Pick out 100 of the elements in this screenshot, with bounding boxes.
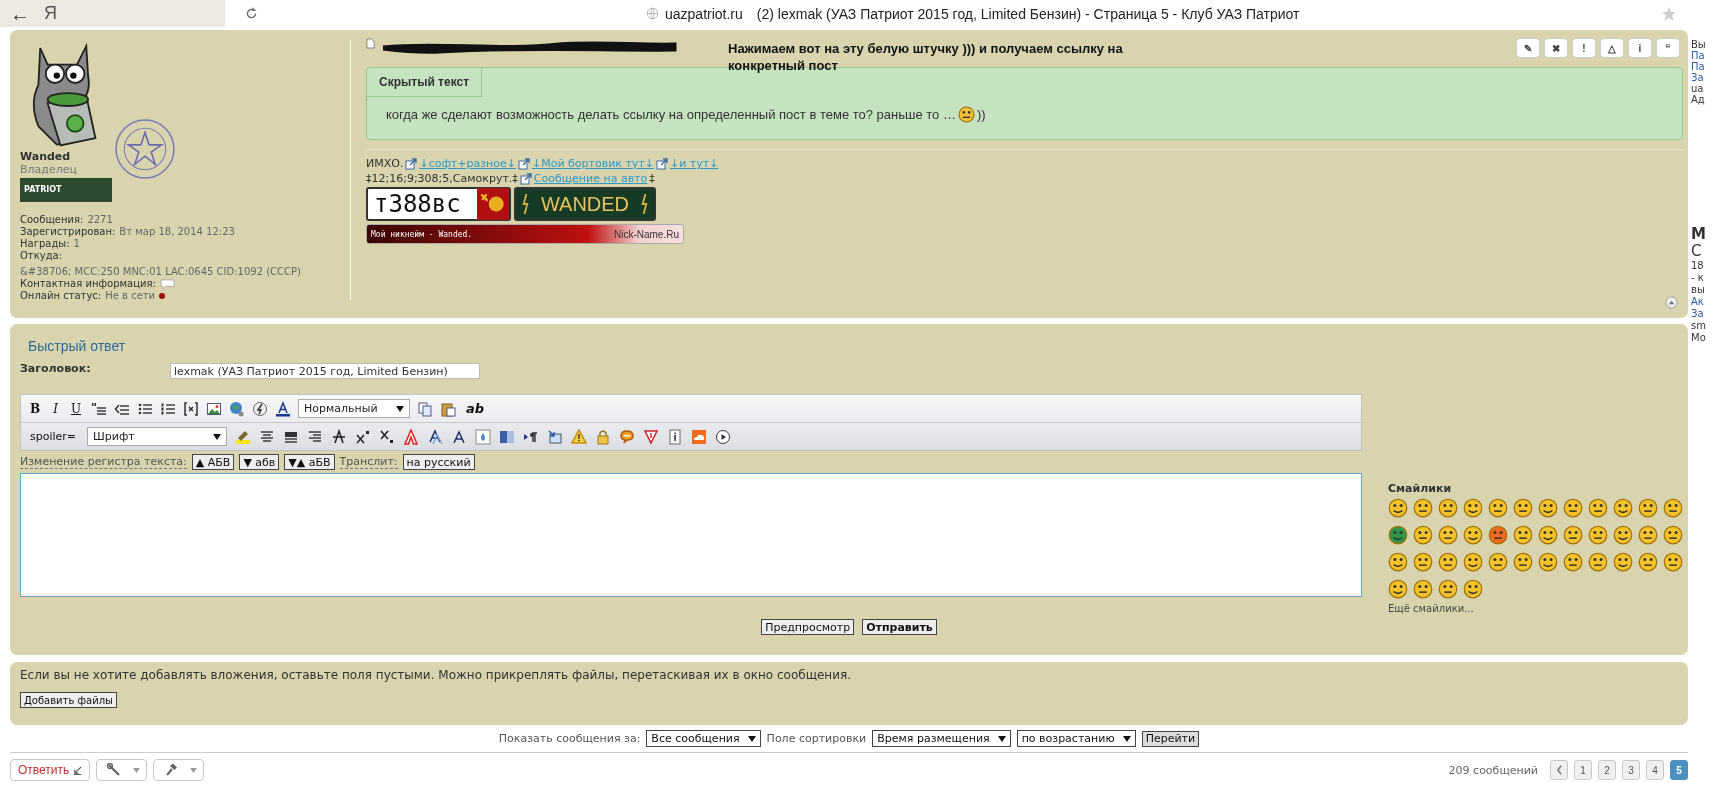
- go-button[interactable]: Перейти: [1141, 730, 1200, 747]
- preview-button[interactable]: Предпросмотр: [761, 619, 855, 635]
- highlight-icon[interactable]: [235, 428, 252, 445]
- scroll-top-icon[interactable]: [1665, 296, 1678, 309]
- superscript-icon[interactable]: [355, 428, 372, 445]
- smiley-icon[interactable]: [1613, 498, 1633, 518]
- case-button[interactable]: ▲ АБВ: [191, 454, 235, 470]
- message-field[interactable]: [20, 473, 1362, 597]
- smiley-icon[interactable]: [1663, 525, 1683, 545]
- smiley-icon[interactable]: [1638, 552, 1658, 572]
- add-files-button[interactable]: Добавить файлы: [20, 692, 117, 708]
- page-button[interactable]: 2: [1598, 760, 1616, 780]
- smiley-icon[interactable]: [1413, 525, 1433, 545]
- image-icon[interactable]: [206, 400, 223, 417]
- smiley-icon[interactable]: [1463, 525, 1483, 545]
- tools-button[interactable]: [96, 759, 148, 781]
- smiley-icon[interactable]: [1538, 525, 1558, 545]
- smiley-icon[interactable]: [1538, 498, 1558, 518]
- triangle-icon[interactable]: [643, 428, 660, 445]
- info-document-icon[interactable]: [667, 428, 684, 445]
- smiley-icon[interactable]: [1588, 552, 1608, 572]
- style-select[interactable]: Нормальный: [298, 399, 411, 418]
- quote-icon[interactable]: [91, 400, 108, 417]
- document-icon[interactable]: [366, 38, 375, 49]
- smiley-icon[interactable]: [1663, 498, 1683, 518]
- smiley-icon[interactable]: [1513, 498, 1533, 518]
- smiley-icon[interactable]: [1388, 525, 1408, 545]
- page-button[interactable]: 1: [1574, 760, 1592, 780]
- smiley-icon[interactable]: [1463, 552, 1483, 572]
- drop-icon[interactable]: [475, 428, 492, 445]
- warning-icon[interactable]: [571, 428, 588, 445]
- font-color-icon[interactable]: [275, 400, 292, 417]
- font-glow-icon[interactable]: [451, 428, 468, 445]
- smiley-icon[interactable]: [1463, 579, 1483, 599]
- post-action-button[interactable]: !: [1572, 38, 1596, 58]
- post-action-button[interactable]: i: [1628, 38, 1652, 58]
- font-shadow-icon[interactable]: [427, 428, 444, 445]
- smiley-icon[interactable]: [1413, 498, 1433, 518]
- smiley-icon[interactable]: [1513, 552, 1533, 572]
- smiley-icon[interactable]: [1588, 498, 1608, 518]
- smiley-icon[interactable]: [1413, 579, 1433, 599]
- moderation-button[interactable]: [153, 759, 205, 781]
- more-smileys-link[interactable]: Ещё смайлики...: [1388, 603, 1688, 614]
- smiley-icon[interactable]: [1538, 552, 1558, 572]
- smiley-icon[interactable]: [1463, 498, 1483, 518]
- speech-bubble-icon[interactable]: [619, 428, 636, 445]
- font-select[interactable]: Шрифт: [87, 427, 228, 446]
- smiley-icon[interactable]: [1388, 579, 1408, 599]
- page-button[interactable]: 4: [1646, 760, 1664, 780]
- submit-button[interactable]: Отправить: [862, 619, 937, 635]
- smiley-icon[interactable]: [1563, 498, 1583, 518]
- subscript-icon[interactable]: [379, 428, 396, 445]
- copy-icon[interactable]: [417, 400, 434, 417]
- reply-button[interactable]: Ответить: [10, 759, 91, 781]
- smiley-icon[interactable]: [1563, 525, 1583, 545]
- smiley-icon[interactable]: [1563, 552, 1583, 572]
- browser-logo[interactable]: Я: [44, 3, 57, 24]
- list-item-icon[interactable]: [183, 400, 200, 417]
- author-name[interactable]: Wanded: [20, 150, 350, 163]
- address-bar[interactable]: uazpatriot.ru: [665, 5, 743, 22]
- smiley-icon[interactable]: [1438, 498, 1458, 518]
- smiley-icon[interactable]: [1438, 552, 1458, 572]
- smiley-icon[interactable]: [1438, 579, 1458, 599]
- globe-icon[interactable]: [229, 400, 246, 417]
- cloud-icon[interactable]: [691, 428, 708, 445]
- smiley-icon[interactable]: [1588, 525, 1608, 545]
- spoiler-tab[interactable]: Скрытый текст: [367, 68, 483, 97]
- smiley-icon[interactable]: [1638, 525, 1658, 545]
- page-button[interactable]: 3: [1622, 760, 1640, 780]
- smiley-icon[interactable]: [1413, 552, 1433, 572]
- lock-icon[interactable]: [595, 428, 612, 445]
- smiley-icon[interactable]: [1438, 525, 1458, 545]
- smiley-icon[interactable]: [1663, 552, 1683, 572]
- case-button[interactable]: ▼ абв: [239, 454, 280, 470]
- reload-icon[interactable]: [245, 7, 258, 20]
- sort-order-select[interactable]: по возрастанию: [1016, 730, 1136, 747]
- bookmark-star-icon[interactable]: [1661, 5, 1677, 22]
- post-action-button[interactable]: ‘‘: [1656, 38, 1680, 58]
- post-action-button[interactable]: △: [1600, 38, 1624, 58]
- post-action-button[interactable]: ✎: [1516, 38, 1540, 58]
- import-icon[interactable]: [547, 428, 564, 445]
- period-select[interactable]: Все сообщения: [646, 730, 761, 747]
- smiley-icon[interactable]: [1388, 498, 1408, 518]
- smiley-icon[interactable]: [1613, 552, 1633, 572]
- smiley-icon[interactable]: [1388, 552, 1408, 572]
- post-action-button[interactable]: ✖: [1544, 38, 1568, 58]
- previous-page-button[interactable]: [1550, 760, 1568, 780]
- align-center-icon[interactable]: [259, 428, 276, 445]
- smiley-icon[interactable]: [1488, 525, 1508, 545]
- paste-icon[interactable]: [440, 400, 457, 417]
- format-button[interactable]: B: [27, 401, 44, 416]
- play-icon[interactable]: [715, 428, 732, 445]
- ab-button[interactable]: ab: [463, 401, 488, 416]
- font-outline-icon[interactable]: [403, 428, 420, 445]
- case-button[interactable]: ▼▲ аБВ: [284, 454, 335, 470]
- back-button[interactable]: ←: [10, 3, 30, 24]
- format-button[interactable]: I: [50, 401, 61, 416]
- spoiler-button[interactable]: spoiler=: [27, 430, 80, 443]
- subject-field[interactable]: lexmak (УАЗ Патриот 2015 год, Limited Бензин): [170, 363, 480, 379]
- smiley-icon[interactable]: [1488, 552, 1508, 572]
